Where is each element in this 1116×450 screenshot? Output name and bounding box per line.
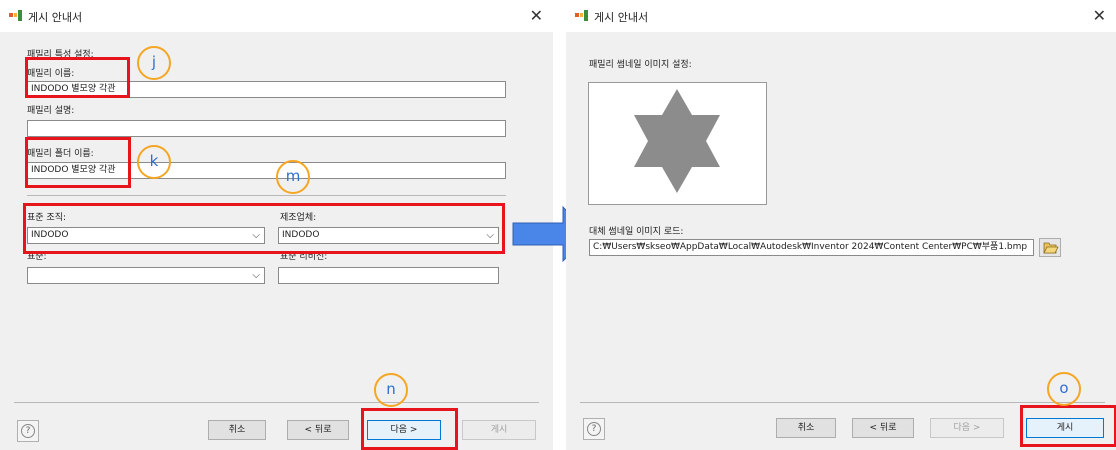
- highlight-org-manufacturer: [23, 203, 505, 254]
- divider: [27, 195, 506, 196]
- browse-button[interactable]: [1039, 238, 1061, 257]
- highlight-next-button: [361, 408, 458, 450]
- thumbnail-preview: [588, 82, 767, 205]
- help-icon: ?: [587, 422, 601, 436]
- family-desc-input[interactable]: [27, 120, 506, 137]
- thumbnail-path-input[interactable]: C:₩Users₩skseo₩AppData₩Local₩Autodesk₩In…: [589, 239, 1034, 256]
- title-bar: 게시 안내서 ✕: [0, 0, 553, 32]
- window-title: 게시 안내서: [28, 11, 83, 24]
- window-title: 게시 안내서: [594, 11, 649, 24]
- annotation-n: n: [374, 373, 408, 407]
- thumbnail-label: 패밀리 썸네일 이미지 설정:: [589, 60, 692, 70]
- cancel-button[interactable]: 취소: [776, 418, 836, 438]
- highlight-publish-button: [1020, 405, 1116, 447]
- close-icon[interactable]: ✕: [1093, 6, 1106, 25]
- help-icon: ?: [21, 424, 35, 438]
- back-button[interactable]: < 뒤로: [852, 418, 914, 438]
- annotation-j: j: [137, 46, 171, 80]
- publish-button: 게시: [462, 420, 536, 440]
- footer-divider: [14, 402, 539, 403]
- std-revision-input[interactable]: [278, 267, 499, 284]
- next-button: 다음 >: [930, 418, 1004, 438]
- chevron-down-icon: ⌵: [252, 270, 260, 281]
- publish-wizard-dialog-thumbnail: 게시 안내서 ✕ 패밀리 썸네일 이미지 설정: 대체 썸네일 이미지 로드: …: [566, 0, 1116, 450]
- star-icon: [634, 89, 720, 193]
- cancel-button[interactable]: 취소: [208, 420, 266, 440]
- title-bar: 게시 안내서 ✕: [566, 0, 1116, 32]
- help-button[interactable]: ?: [583, 418, 605, 440]
- family-desc-label: 패밀리 설명:: [27, 106, 75, 116]
- load-thumbnail-label: 대체 썸네일 이미지 로드:: [589, 227, 684, 237]
- footer-divider: [580, 402, 1105, 403]
- close-icon[interactable]: ✕: [530, 6, 543, 25]
- app-icon: [575, 10, 589, 21]
- highlight-family-name: [25, 57, 130, 98]
- annotation-m: m: [276, 160, 310, 194]
- help-button[interactable]: ?: [17, 420, 39, 442]
- annotation-k: k: [137, 145, 171, 179]
- annotation-o: o: [1047, 372, 1081, 406]
- app-icon: [9, 10, 23, 21]
- standard-select[interactable]: ⌵: [27, 267, 265, 284]
- folder-open-icon: [1043, 242, 1059, 254]
- highlight-folder-name: [25, 137, 131, 188]
- back-button[interactable]: < 뒤로: [287, 420, 349, 440]
